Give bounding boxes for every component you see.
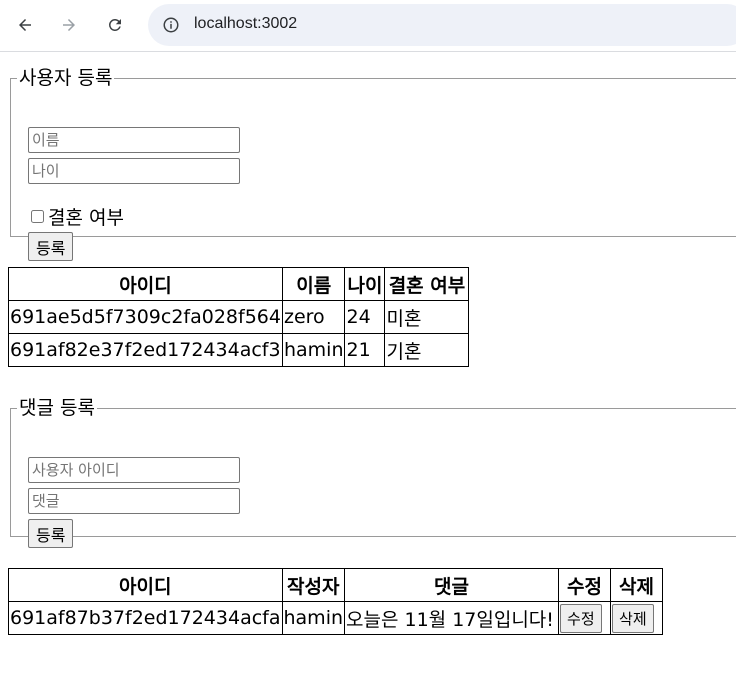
- delete-button[interactable]: 삭제: [612, 603, 654, 633]
- comment-table-header-row: 아이디 작성자 댓글 수정 삭제: [8, 568, 664, 602]
- column-header-married: 결혼 여부: [384, 267, 470, 301]
- forward-arrow-icon: [63, 19, 75, 31]
- comment-table: 아이디 작성자 댓글 수정 삭제 691af87b37f2ed172434acf…: [8, 568, 664, 635]
- married-checkbox[interactable]: [31, 210, 44, 223]
- comment-delete-cell: 삭제: [610, 601, 664, 635]
- column-header-name: 이름: [281, 267, 346, 301]
- back-arrow-icon: [19, 19, 31, 31]
- column-header-edit: 수정: [558, 568, 612, 602]
- column-header-comment: 댓글: [344, 568, 560, 602]
- user-form: 사용자 등록 결혼 여부 등록: [10, 67, 736, 261]
- reload-icon: [108, 18, 121, 31]
- column-header-id: 아이디: [8, 267, 283, 301]
- info-icon[interactable]: [162, 16, 180, 34]
- column-header-author: 작성자: [281, 568, 346, 602]
- column-header-delete: 삭제: [610, 568, 664, 602]
- user-married-cell: 미혼: [384, 300, 470, 334]
- table-row: 691af87b37f2ed172434acfa hamin 오늘은 11월 1…: [8, 601, 664, 635]
- user-form-legend: 사용자 등록: [19, 67, 113, 89]
- browser-toolbar: localhost:3002: [0, 0, 736, 52]
- back-button[interactable]: [9, 9, 41, 41]
- age-input[interactable]: [28, 158, 240, 184]
- comment-text-cell: 오늘은 11월 17일입니다!: [344, 601, 560, 635]
- comment-form-legend: 댓글 등록: [19, 397, 95, 419]
- url-text[interactable]: localhost:3002: [194, 15, 297, 33]
- forward-button[interactable]: [53, 9, 85, 41]
- user-id-cell: 691af82e37f2ed172434acf3: [8, 333, 283, 367]
- edit-button[interactable]: 수정: [560, 603, 602, 633]
- column-header-age: 나이: [344, 267, 386, 301]
- comment-submit-button[interactable]: 등록: [28, 519, 74, 548]
- user-name-cell: zero: [281, 300, 346, 334]
- comment-edit-cell: 수정: [558, 601, 612, 635]
- comment-author-cell: hamin: [281, 601, 346, 635]
- user-name-cell: hamin: [281, 333, 346, 367]
- user-age-cell: 24: [344, 300, 386, 334]
- reload-button[interactable]: [99, 9, 131, 41]
- comment-form: 댓글 등록 등록: [10, 397, 736, 548]
- user-table-header-row: 아이디 이름 나이 결혼 여부: [8, 267, 470, 301]
- address-bar[interactable]: localhost:3002: [148, 4, 736, 46]
- comment-input[interactable]: [28, 488, 240, 514]
- user-table: 아이디 이름 나이 결혼 여부 691ae5d5f7309c2fa028f564…: [8, 267, 470, 367]
- married-label: 결혼 여부: [48, 207, 124, 229]
- married-checkbox-row[interactable]: 결혼 여부: [31, 203, 124, 230]
- user-id-input[interactable]: [28, 457, 240, 483]
- table-row: 691ae5d5f7309c2fa028f564 zero 24 미혼: [8, 300, 470, 334]
- column-header-id: 아이디: [8, 568, 283, 602]
- name-input[interactable]: [28, 127, 240, 153]
- user-id-cell: 691ae5d5f7309c2fa028f564: [8, 300, 283, 334]
- user-married-cell: 기혼: [384, 333, 470, 367]
- comment-id-cell: 691af87b37f2ed172434acfa: [8, 601, 283, 635]
- table-row: 691af82e37f2ed172434acf3 hamin 21 기혼: [8, 333, 470, 367]
- user-submit-button[interactable]: 등록: [28, 232, 74, 261]
- user-age-cell: 21: [344, 333, 386, 367]
